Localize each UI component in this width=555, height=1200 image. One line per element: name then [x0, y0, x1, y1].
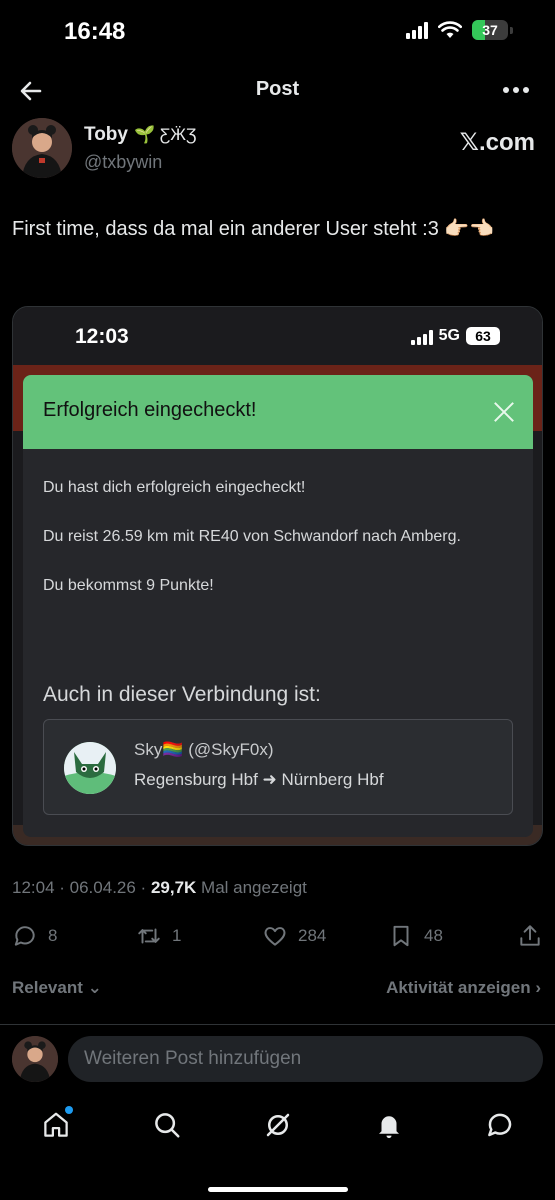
post-author: Toby 🌱 ƸӜƷ @txbywin 𝕏.com [12, 118, 543, 180]
view-count: 29,7K [150, 878, 197, 897]
embed-network-label: 5G [438, 327, 460, 344]
reply-composer: Weiteren Post hinzufügen [12, 1034, 543, 1084]
home-icon [44, 1112, 68, 1137]
source-label: 𝕏.com [459, 129, 535, 156]
modal-line-trip: Du reist 26.59 km mit RE40 von Schwandor… [43, 528, 461, 545]
author-handle[interactable]: @txbywin [84, 152, 162, 173]
reply-count: 8 [48, 926, 58, 945]
post-text: First time, dass da mal ein anderer User… [12, 218, 495, 240]
nav-home[interactable] [39, 1106, 73, 1142]
nav-grok[interactable] [261, 1108, 295, 1142]
embed-status-time: 12:03 [75, 325, 129, 348]
author-name-emoji: 🌱 ƸӜƷ [133, 125, 197, 144]
modal-subheading: Auch in dieser Verbindung ist: [43, 683, 321, 706]
home-indicator[interactable] [207, 1187, 348, 1192]
battery-icon: 37 [472, 20, 513, 40]
fellow-traveler-route: Regensburg Hbf ➜ Nürnberg Hbf [134, 770, 384, 789]
post-actions: 8 1 284 48 [12, 918, 543, 954]
page-title: Post [255, 78, 300, 100]
cellular-signal-icon [406, 21, 428, 39]
close-icon [491, 399, 517, 425]
battery-percent: 37 [482, 22, 498, 38]
author-name-row[interactable]: Toby 🌱 ƸӜƷ [84, 124, 196, 146]
view-activity-link[interactable]: Aktivität anzeigen › [386, 978, 541, 998]
modal-line-checked-in: Du hast dich erfolgreich eingecheckt! [43, 479, 306, 496]
reply-input[interactable]: Weiteren Post hinzufügen [68, 1036, 543, 1082]
grok-icon [266, 1113, 290, 1137]
sort-relevant-dropdown[interactable]: Relevant ⌄ [12, 978, 102, 998]
checkin-modal: Erfolgreich eingecheckt! Du hast dich er… [23, 375, 533, 837]
bell-icon [379, 1116, 399, 1139]
share-icon [520, 925, 540, 946]
reply-avatar [12, 1036, 58, 1082]
reply-button[interactable]: 8 [12, 918, 57, 954]
chat-bubble-icon [488, 1113, 512, 1137]
bottom-navigation [0, 1098, 555, 1154]
heart-icon [264, 927, 286, 946]
post-timestamp: 12:04 · 06.04.26 · [12, 878, 151, 897]
more-options-button[interactable] [499, 78, 533, 102]
post-image[interactable]: 12:03 5G 63 Erfolgreich eingecheckt! Du … [12, 306, 543, 846]
modal-header: Erfolgreich eingecheckt! [23, 375, 533, 449]
embed-status-bar: 12:03 5G 63 [13, 307, 542, 367]
reply-sort-bar: Relevant ⌄ Aktivität anzeigen › [12, 974, 543, 1004]
embed-status-icons: 5G 63 [410, 327, 500, 345]
bookmark-count: 48 [424, 926, 443, 945]
nav-notifications[interactable] [372, 1108, 406, 1142]
embed-cellular-icon [410, 327, 433, 345]
fellow-traveler-card: Sky🏳️‍🌈 (@SkyF0x) Regensburg Hbf ➜ Nürnb… [43, 719, 513, 815]
nav-search[interactable] [150, 1108, 184, 1142]
divider [0, 1024, 555, 1025]
post-meta: 12:04 · 06.04.26 · 29,7K Mal angezeigt [12, 878, 307, 898]
like-count: 284 [298, 926, 327, 945]
reply-icon [14, 926, 35, 946]
nav-messages[interactable] [483, 1108, 517, 1142]
wifi-icon [438, 21, 462, 38]
bookmark-icon [393, 925, 409, 947]
modal-line-points: Du bekommst 9 Punkte! [43, 577, 214, 594]
status-icons: 37 [406, 20, 513, 40]
repost-icon [138, 928, 160, 944]
status-bar: 16:48 37 [0, 0, 555, 64]
repost-count: 1 [172, 926, 182, 945]
repost-button[interactable]: 1 [136, 918, 181, 954]
author-name: Toby [84, 124, 128, 145]
view-count-label: Mal angezeigt [196, 878, 307, 897]
bookmark-button[interactable]: 48 [388, 918, 443, 954]
embed-battery: 63 [466, 327, 500, 345]
more-dots-icon [503, 87, 509, 93]
modal-body: Du hast dich erfolgreich eingecheckt! Du… [43, 473, 513, 620]
author-avatar[interactable] [12, 118, 72, 178]
fellow-traveler-name: Sky🏳️‍🌈 (@SkyF0x) [134, 740, 274, 759]
search-icon [155, 1113, 180, 1138]
like-button[interactable]: 284 [262, 918, 326, 954]
fellow-traveler-avatar [64, 742, 116, 794]
modal-title: Erfolgreich eingecheckt! [43, 399, 257, 421]
notification-dot [65, 1106, 73, 1114]
status-time: 16:48 [64, 18, 126, 45]
post-header: Post [0, 64, 555, 116]
share-button[interactable] [517, 918, 543, 954]
